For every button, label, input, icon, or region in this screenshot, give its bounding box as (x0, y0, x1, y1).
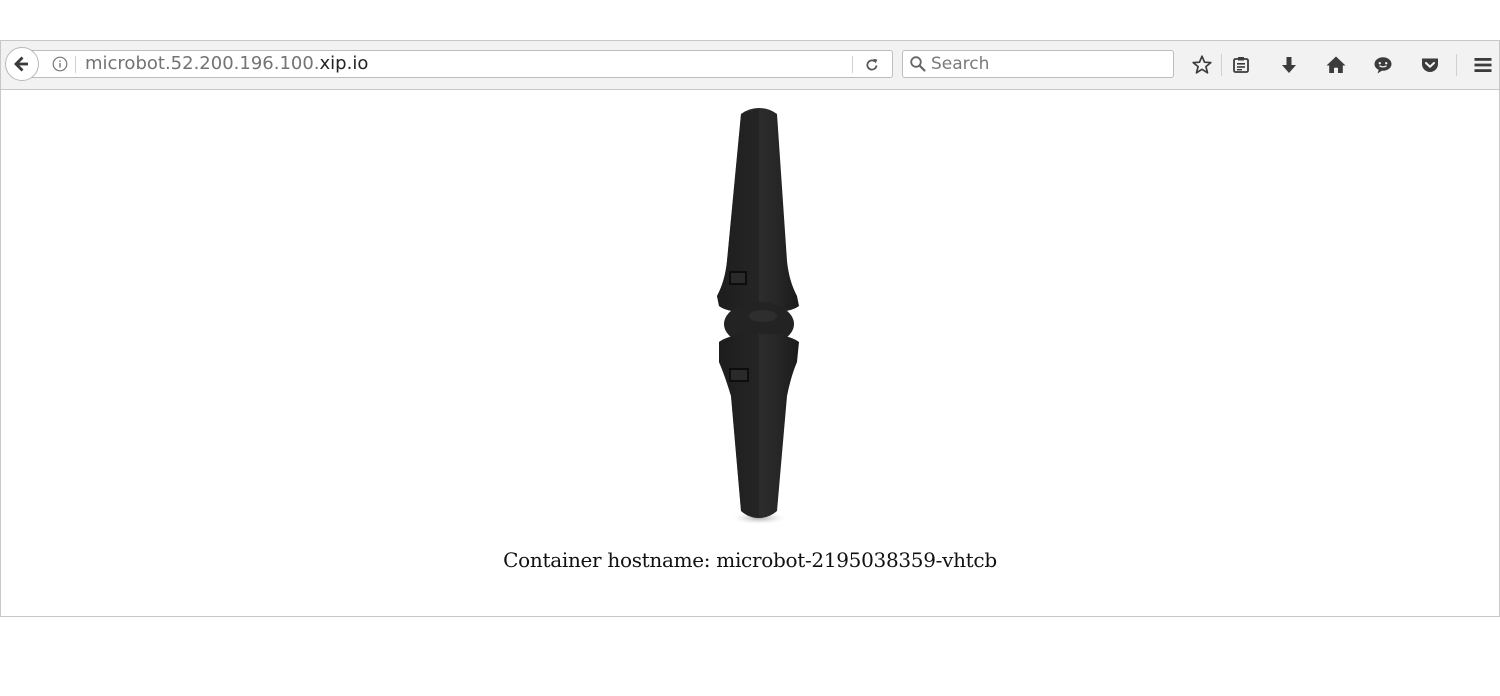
url-divider (75, 56, 76, 73)
toolbar-divider (1221, 54, 1222, 76)
url-prefix: microbot.52.200.196.100. (85, 53, 320, 74)
search-input[interactable] (931, 53, 1167, 75)
page-content: Container hostname: microbot-2195038359-… (1, 90, 1499, 616)
info-icon[interactable] (52, 56, 68, 72)
bookmark-button[interactable] (1189, 52, 1215, 78)
hamburger-menu-icon (1474, 58, 1492, 72)
navigation-toolbar: microbot.52.200.196.100.xip.io (1, 41, 1499, 90)
chat-bubble-icon (1374, 57, 1392, 74)
reload-icon (866, 58, 878, 71)
chat-button[interactable] (1370, 52, 1396, 78)
star-icon (1192, 55, 1212, 74)
microbot-robot-image (717, 108, 799, 524)
url-bar[interactable]: microbot.52.200.196.100.xip.io (27, 50, 893, 78)
container-hostname-text: Container hostname: microbot-2195038359-… (503, 548, 997, 572)
pocket-icon (1422, 58, 1438, 72)
back-button[interactable] (5, 47, 39, 81)
reading-list-button[interactable] (1228, 52, 1254, 78)
toolbar-divider (1456, 54, 1457, 76)
search-bar[interactable] (902, 50, 1174, 78)
menu-button[interactable] (1470, 52, 1496, 78)
clipboard-icon (1233, 57, 1249, 73)
reload-divider (852, 56, 853, 73)
search-icon (910, 56, 926, 72)
back-arrow-icon (14, 56, 28, 72)
download-arrow-icon (1282, 57, 1296, 73)
reload-button[interactable] (860, 54, 884, 76)
url-domain: xip.io (319, 53, 369, 74)
home-button[interactable] (1323, 52, 1349, 78)
browser-window: microbot.52.200.196.100.xip.io Search Co… (0, 40, 1500, 617)
pocket-button[interactable] (1417, 52, 1443, 78)
url-text[interactable]: microbot.52.200.196.100.xip.io (85, 54, 368, 74)
downloads-button[interactable] (1276, 52, 1302, 78)
home-icon (1326, 56, 1346, 73)
